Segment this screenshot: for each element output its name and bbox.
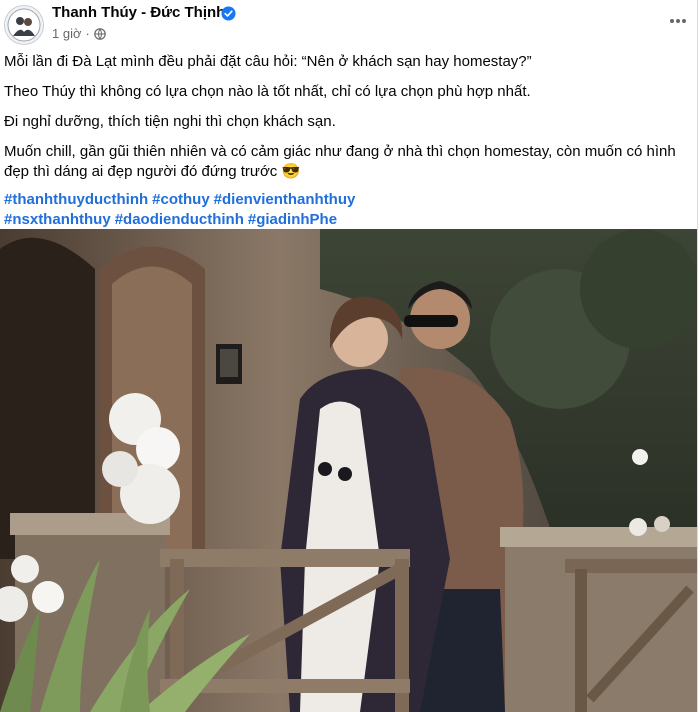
- post-paragraph: Mỗi lần đi Đà Lạt mình đều phải đặt câu …: [4, 53, 532, 70]
- couple-photo: [0, 229, 697, 712]
- hashtag-line: #nsxthanhthuy #daodienducthinh #giadinhPhe: [4, 210, 694, 230]
- post-content: Mỗi lần đi Đà Lạt mình đều phải đặt câu …: [4, 52, 694, 230]
- post-header: Thanh Thúy - Đức Thịnh 1 giờ ·: [0, 0, 697, 48]
- hashtag-link[interactable]: #thanhthuyducthinh: [4, 191, 148, 208]
- hashtag-link[interactable]: #giadinhPhe: [248, 211, 337, 228]
- hashtag-line: #thanhthuyducthinh #cothuy #dienvienthanht…: [4, 190, 694, 210]
- post-paragraph: Theo Thúy thì không có lựa chọn nào là t…: [4, 83, 531, 100]
- post-time[interactable]: 1 giờ: [52, 26, 82, 41]
- post-paragraph: Muốn chill, gần gũi thiên nhiên và có cả…: [4, 143, 676, 180]
- globe-icon[interactable]: [94, 27, 106, 40]
- page-avatar[interactable]: [4, 5, 44, 45]
- post-photo[interactable]: [0, 229, 697, 712]
- hashtag-link[interactable]: #nsxthanhthuy: [4, 211, 111, 228]
- facebook-post: Thanh Thúy - Đức Thịnh 1 giờ · Mỗi lần đ…: [0, 0, 698, 712]
- hashtag-link[interactable]: #dienvienthanhthuy: [214, 191, 356, 208]
- hashtag-link[interactable]: #cothuy: [152, 191, 210, 208]
- meta-separator: ·: [85, 26, 90, 41]
- hashtags: #thanhthuyducthinh #cothuy #dienvienthanht…: [4, 190, 694, 230]
- hashtag-link[interactable]: #daodienducthinh: [115, 211, 244, 228]
- more-options-icon[interactable]: [666, 9, 690, 33]
- post-meta: 1 giờ ·: [52, 26, 106, 41]
- verified-badge-icon: [221, 6, 236, 21]
- post-paragraph: Đi nghỉ dưỡng, thích tiện nghi thì chọn …: [4, 113, 336, 130]
- author-name[interactable]: Thanh Thúy - Đức Thịnh: [52, 4, 225, 21]
